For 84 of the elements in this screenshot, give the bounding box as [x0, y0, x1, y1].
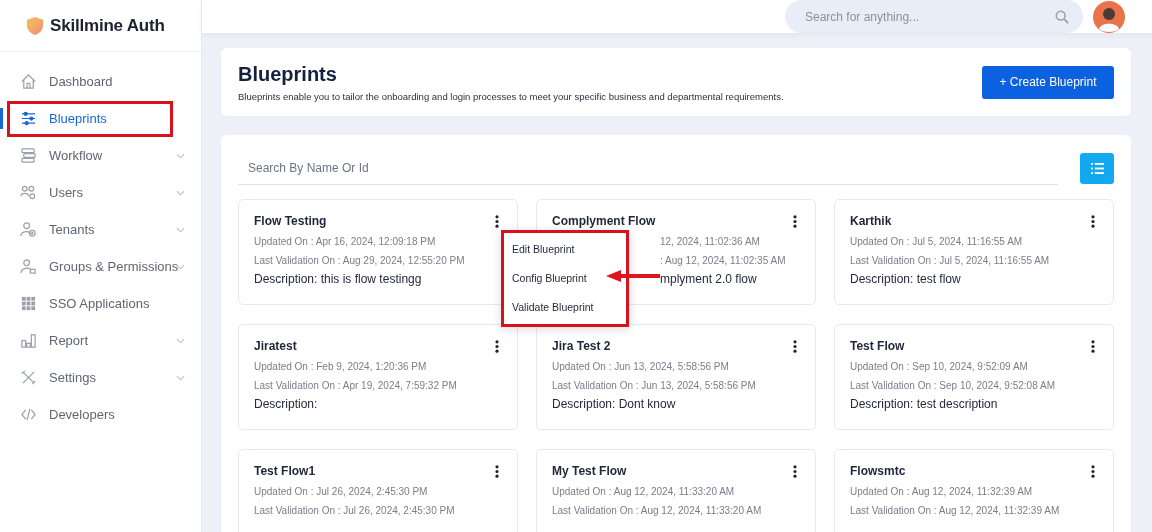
chevron-down-icon [176, 189, 185, 196]
validation-date: Last Validation On : Jul 5, 2024, 11:16:55 AM [850, 254, 1051, 268]
blueprint-description: Description: this is flow testingg [254, 271, 423, 288]
list-icon [1090, 163, 1104, 174]
chevron-down-icon [176, 337, 185, 344]
validation-date: Last Validation On : Jun 13, 2024, 5:58:56 PM [552, 379, 757, 393]
sidebar-item[interactable]: Blueprints [9, 102, 171, 135]
sidebar-item[interactable]: SSO Applications [9, 287, 185, 320]
sidebar-item[interactable]: Developers [9, 398, 185, 431]
validation-date: Last Validation On : Apr 19, 2024, 7:59:32 PM [254, 379, 458, 393]
code-icon [20, 406, 37, 423]
updated-date: Updated On : Feb 9, 2024, 1:20:36 PM [254, 360, 428, 374]
sidebar-item[interactable]: Settings [9, 361, 185, 394]
more-options-icon[interactable] [790, 339, 800, 353]
validation-date: Last Validation On : Aug 12, 2024, 11:32:39 AM [850, 504, 1061, 518]
validation-date: Last Validation On : Sep 10, 2024, 9:52:08 AM [850, 379, 1056, 393]
blueprint-card[interactable]: Karthik Updated On : Jul 5, 2024, 11:16:55 AM Last Validation On : Jul 5, 2024, 11:16:55 AM Description: test flow [834, 199, 1114, 305]
sidebar-item[interactable]: Tenants [9, 213, 185, 246]
sidebar-item[interactable]: Groups & Permissions [9, 250, 185, 283]
updated-date: Updated On : Aug 12, 2024, 11:32:39 AM [850, 485, 1034, 499]
validation-date: Last Validation On : Jul 26, 2024, 2:45:30 PM [254, 504, 456, 518]
updated-date: Updated On : Aug 12, 2024, 11:33:20 AM [552, 485, 736, 499]
blueprint-description: Description: [254, 396, 319, 413]
blueprint-name: Test Flow1 [254, 464, 316, 478]
more-options-icon[interactable] [1088, 214, 1098, 228]
more-options-icon[interactable] [492, 339, 502, 353]
page-title: Blueprints [238, 62, 338, 86]
more-options-icon[interactable] [790, 214, 800, 228]
updated-date: 12, 2024, 11:02:36 AM [660, 235, 761, 249]
page-description: Blueprints enable you to tailor the onboarding and login processes to meet your specific business and departmental requirements. [238, 90, 784, 102]
validation-date: Last Validation On : Aug 12, 2024, 11:33:20 AM [552, 504, 763, 518]
blueprint-card[interactable]: Jiratest Updated On : Feb 9, 2024, 1:20:36 PM Last Validation On : Apr 19, 2024, 7:59:32 PM Description: [238, 324, 518, 430]
avatar[interactable] [1093, 0, 1125, 33]
tools-icon [20, 369, 37, 386]
blueprint-name: Jiratest [254, 339, 297, 353]
sidebar-item[interactable]: Users [9, 176, 185, 209]
chevron-down-icon [176, 263, 185, 270]
updated-date: Updated On : Jul 5, 2024, 11:16:55 AM [850, 235, 1024, 249]
sliders-icon [20, 110, 37, 127]
user-lock-icon [20, 258, 37, 275]
more-options-icon[interactable] [1088, 339, 1098, 353]
sidebar-item[interactable]: Dashboard [9, 65, 185, 98]
blueprint-card[interactable]: My Test Flow Updated On : Aug 12, 2024, 11:33:20 AM Last Validation On : Aug 12, 2024, 11:33:20 AM [536, 449, 816, 532]
search-icon [1055, 10, 1069, 24]
chevron-down-icon [176, 152, 185, 159]
chevron-down-icon [176, 226, 185, 233]
user-plus-icon [20, 221, 37, 238]
blueprint-name: Flowsmtc [850, 464, 906, 478]
blueprint-card[interactable]: Test Flow1 Updated On : Jul 26, 2024, 2:45:30 PM Last Validation On : Jul 26, 2024, 2:45:30 PM [238, 449, 518, 532]
blueprint-card[interactable]: Flowsmtc Updated On : Aug 12, 2024, 11:32:39 AM Last Validation On : Aug 12, 2024, 11:32:39 AM [834, 449, 1114, 532]
validation-date: Last Validation On : Aug 29, 2024, 12:55:20 PM [254, 254, 466, 268]
blueprint-name: Jira Test 2 [552, 339, 611, 353]
blueprint-description: mplyment 2.0 flow [660, 271, 758, 288]
blueprint-description: Description: Dont know [552, 396, 677, 413]
users-icon [20, 184, 37, 201]
brand-name: Skillmine Auth [50, 15, 165, 36]
home-icon [20, 73, 37, 90]
more-options-icon[interactable] [492, 464, 502, 478]
blueprint-name: Karthik [850, 214, 892, 228]
blueprint-name: Complyment Flow [552, 214, 656, 228]
blueprint-card[interactable]: Test Flow Updated On : Sep 10, 2024, 9:52:09 AM Last Validation On : Sep 10, 2024, 9:52:08 AM Description: test description [834, 324, 1114, 430]
create-blueprint-button[interactable]: + Create Blueprint [982, 65, 1114, 99]
blueprint-name: My Test Flow [552, 464, 627, 478]
more-options-icon[interactable] [790, 464, 800, 478]
updated-date: Updated On : Apr 16, 2024, 12:09:18 PM [254, 235, 437, 249]
validation-date: : Aug 12, 2024, 11:02:35 AM [660, 254, 787, 268]
chevron-down-icon [176, 374, 185, 381]
blueprint-description: Description: test description [850, 396, 999, 413]
updated-date: Updated On : Jun 13, 2024, 5:58:56 PM [552, 360, 730, 374]
blueprint-name: Test Flow [850, 339, 905, 353]
shield-logo-icon [26, 15, 44, 36]
more-options-icon[interactable] [492, 214, 502, 228]
more-options-icon[interactable] [1088, 464, 1098, 478]
stack-icon [20, 147, 37, 164]
updated-date: Updated On : Sep 10, 2024, 9:52:09 AM [850, 360, 1029, 374]
sidebar-item[interactable]: Report [9, 324, 185, 357]
list-view-button[interactable] [1080, 153, 1114, 184]
grid-icon [20, 295, 37, 312]
blueprint-description: Description: test flow [850, 271, 962, 288]
blueprint-name: Flow Testing [254, 214, 327, 228]
sidebar-item[interactable]: Workflow [9, 139, 185, 172]
updated-date: Updated On : Jul 26, 2024, 2:45:30 PM [254, 485, 429, 499]
bar-chart-icon [20, 332, 37, 349]
search-field[interactable]: Search for anything... [785, 0, 1083, 33]
